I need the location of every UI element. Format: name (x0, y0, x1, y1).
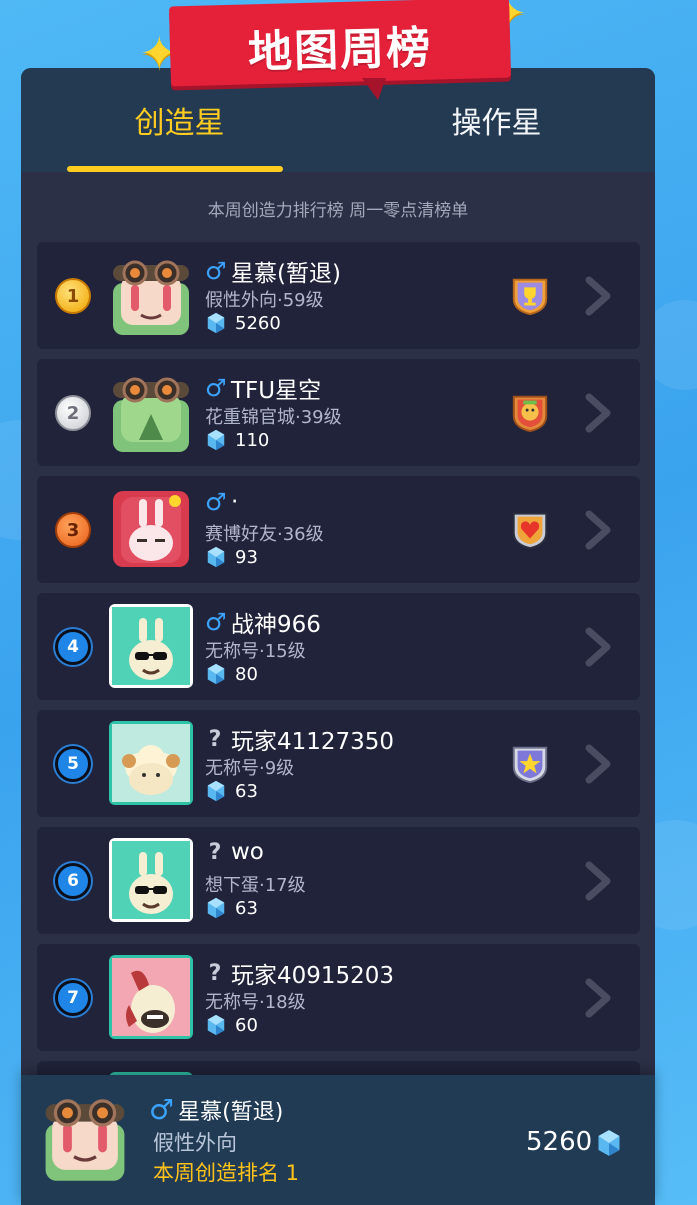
chevron-right-icon[interactable] (583, 393, 613, 433)
chevron-right-icon[interactable] (583, 978, 613, 1018)
leaderboard-row[interactable]: 6? wo 想下蛋·17级 63 (37, 827, 640, 934)
user-title-level: 无称号·18级 (205, 992, 306, 1013)
goggles-bunny-avatar[interactable] (109, 253, 193, 337)
rank-medal: 1 (55, 278, 91, 314)
unknown-gender-icon: ? (208, 960, 222, 986)
user-title-level: 花重锦官城·39级 (205, 407, 342, 428)
goggles-bunny-avatar (45, 1099, 125, 1181)
chevron-right-icon[interactable] (583, 510, 613, 550)
username: 星慕(暂退) (231, 261, 341, 287)
heart-badge-icon (512, 512, 548, 550)
user-title-level: 想下蛋·17级 (205, 875, 306, 896)
male-icon: ♂ (205, 257, 227, 285)
leaderboard-row[interactable]: 2 ♂ TFU星空花重锦官城·39级 110 (37, 359, 640, 466)
rank-medal: 3 (55, 512, 91, 548)
crystal-icon (207, 546, 225, 568)
score-value: 60 (235, 1014, 258, 1036)
leaderboard-subtitle: 本周创造力排行榜 周一零点清榜单 (207, 201, 469, 221)
score-value: 110 (235, 429, 270, 451)
leaderboard-row[interactable]: 7? 玩家40915203 无称号·18级 60 (37, 944, 640, 1051)
leaderboard-row[interactable]: 5? 玩家41127350 无称号·9级 63 (37, 710, 640, 817)
sunglasses-bunny-avatar[interactable] (109, 604, 193, 688)
red-bunny-avatar[interactable] (109, 487, 193, 571)
unknown-gender-icon: ? (208, 839, 222, 865)
score-value: 5260 (235, 312, 281, 334)
crystal-icon (207, 663, 225, 685)
male-icon: ♂ (205, 374, 227, 402)
user-title-level: 假性外向·59级 (205, 290, 324, 311)
chevron-right-icon[interactable] (583, 744, 613, 784)
my-score: 5260 (526, 1127, 593, 1157)
rank-medal: 4 (55, 629, 91, 665)
leaderboard-row[interactable]: 3 ♂ · 赛博好友·36级 93 (37, 476, 640, 583)
score-value: 93 (235, 546, 258, 568)
page-title: 地图周榜 (247, 22, 433, 79)
my-username: 星慕(暂退) (178, 1099, 284, 1125)
leaderboard-row[interactable]: 4 ♂ 战神966 无称号·15级 80 (37, 593, 640, 700)
rank-medal: 5 (55, 746, 91, 782)
lion-badge-icon (512, 395, 548, 433)
score-value: 80 (235, 663, 258, 685)
chevron-right-icon[interactable] (583, 627, 613, 667)
male-icon: ♂ (205, 488, 227, 516)
active-tab-indicator (67, 166, 283, 172)
my-title: 假性外向 (153, 1131, 237, 1155)
username: TFU星空 (231, 378, 322, 404)
score-value: 63 (235, 780, 258, 802)
rank-medal: 7 (55, 980, 91, 1016)
trophy-badge-icon (512, 278, 548, 316)
rank-medal: 2 (55, 395, 91, 431)
chevron-right-icon[interactable] (583, 276, 613, 316)
crystal-icon (207, 897, 225, 919)
rank-medal: 6 (55, 863, 91, 899)
crystal-icon (207, 1014, 225, 1036)
username: wo (231, 839, 264, 865)
score-value: 63 (235, 897, 258, 919)
male-icon: ♂ (205, 608, 227, 636)
username: 战神966 (231, 612, 321, 638)
leaderboard-list: 1 ♂ 星慕(暂退) 假性外向·59级 5260 2 ♂ TFU星空 花重锦官城·39级 110 3… (37, 242, 640, 1178)
chevron-right-icon[interactable] (583, 861, 613, 901)
sunglasses-bunny-avatar[interactable] (109, 838, 193, 922)
user-title-level: 无称号·9级 (205, 758, 295, 779)
title-banner: ✦ ✦ 地图周榜 (140, 0, 540, 110)
crystal-icon (207, 780, 225, 802)
user-title-level: 无称号·15级 (205, 641, 306, 662)
user-title-level: 赛博好友·36级 (205, 524, 324, 545)
goggles-dino-avatar[interactable] (109, 370, 193, 454)
sheep-avatar[interactable] (109, 721, 193, 805)
my-rank-bar: ♂ 星慕(暂退) 假性外向 本周创造排名 1 5260 (21, 1075, 655, 1205)
username: 玩家41127350 (231, 729, 395, 755)
unknown-gender-icon: ? (208, 726, 222, 752)
my-weekly-rank: 本周创造排名 1 (153, 1161, 300, 1185)
star-badge-icon (512, 746, 548, 784)
leaderboard-row[interactable]: 1 ♂ 星慕(暂退) 假性外向·59级 5260 (37, 242, 640, 349)
horse-avatar[interactable] (109, 955, 193, 1039)
crystal-icon (598, 1130, 620, 1156)
username: · (231, 489, 239, 515)
crystal-icon (207, 429, 225, 451)
username: 玩家40915203 (231, 963, 395, 989)
male-icon: ♂ (149, 1093, 175, 1126)
crystal-icon (207, 312, 225, 334)
